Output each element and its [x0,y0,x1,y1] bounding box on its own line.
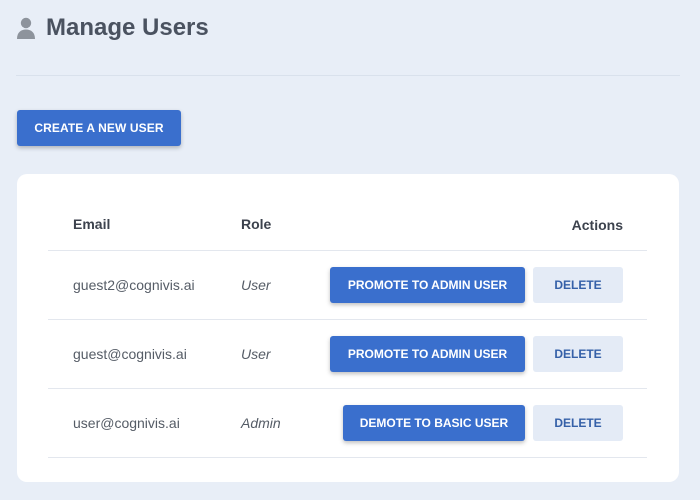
table-row: guest@cognivis.ai User PROMOTE TO ADMIN … [48,320,647,389]
table-row: user@cognivis.ai Admin DEMOTE TO BASIC U… [48,389,647,458]
column-header-role: Role [241,216,272,232]
column-header-email: Email [73,216,111,232]
promote-to-admin-button[interactable]: PROMOTE TO ADMIN USER [330,267,525,303]
page-title: Manage Users [46,14,209,41]
user-icon [16,16,36,40]
column-header-actions: Actions [571,217,623,233]
table-header: Email Role Actions [48,201,647,251]
user-email: guest@cognivis.ai [73,346,187,362]
user-role: User [241,346,271,362]
page-header: Manage Users [16,12,209,44]
users-card: Email Role Actions guest2@cognivis.ai Us… [17,174,679,482]
demote-to-basic-button[interactable]: DEMOTE TO BASIC USER [343,405,525,441]
users-table: Email Role Actions guest2@cognivis.ai Us… [48,201,647,458]
delete-user-button[interactable]: DELETE [533,336,623,372]
header-divider [16,75,680,76]
promote-to-admin-button[interactable]: PROMOTE TO ADMIN USER [330,336,525,372]
user-email: user@cognivis.ai [73,415,180,431]
user-role: Admin [241,415,281,431]
user-email: guest2@cognivis.ai [73,277,195,293]
delete-user-button[interactable]: DELETE [533,267,623,303]
row-actions: DEMOTE TO BASIC USER DELETE [343,405,623,441]
delete-user-button[interactable]: DELETE [533,405,623,441]
user-role: User [241,277,271,293]
row-actions: PROMOTE TO ADMIN USER DELETE [330,267,623,303]
row-actions: PROMOTE TO ADMIN USER DELETE [330,336,623,372]
table-row: guest2@cognivis.ai User PROMOTE TO ADMIN… [48,251,647,320]
create-user-button[interactable]: CREATE A NEW USER [17,110,181,146]
